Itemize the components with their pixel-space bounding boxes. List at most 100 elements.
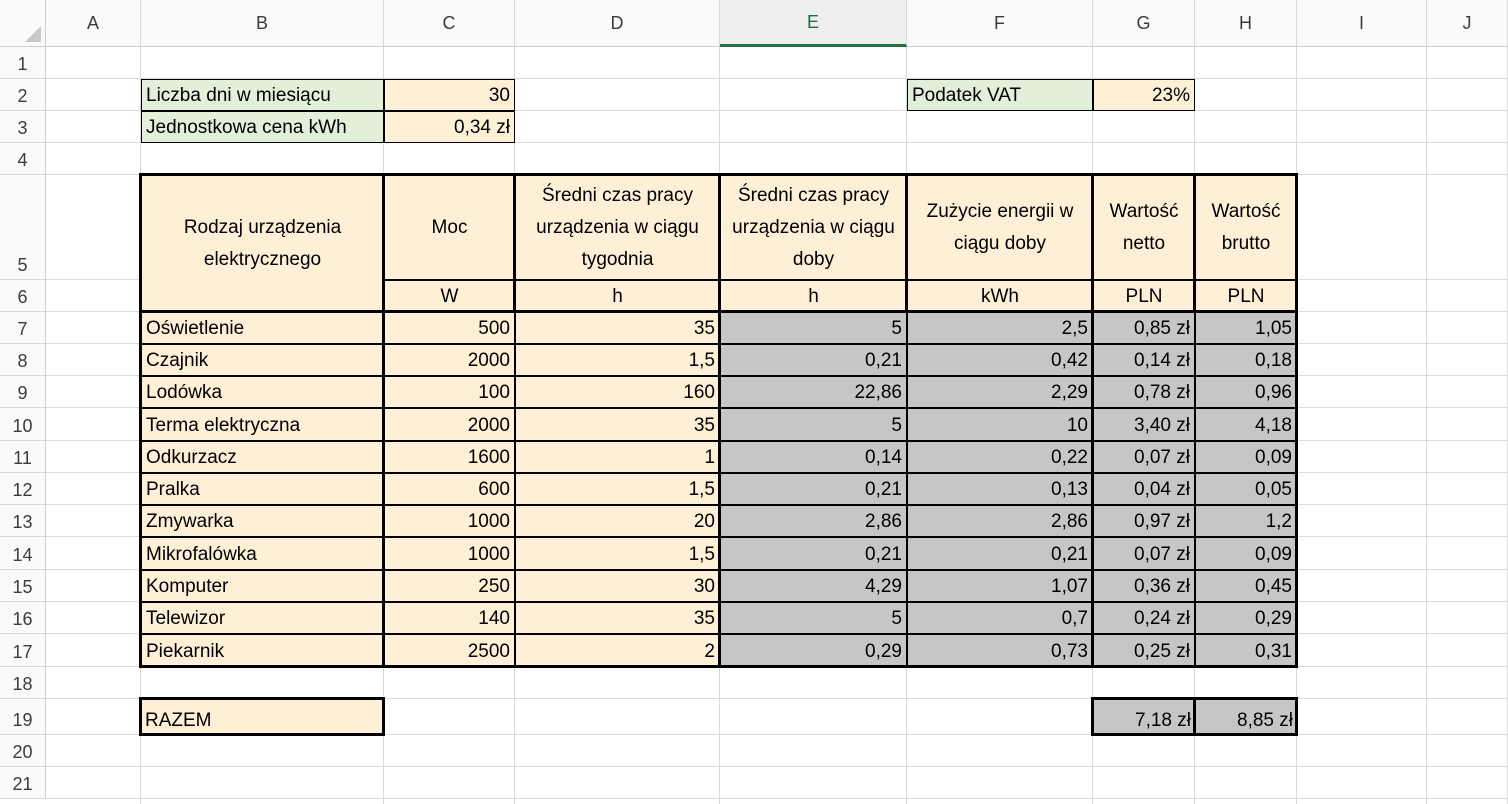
- device-name-cell[interactable]: Terma elektryczna: [141, 408, 384, 441]
- table-header-5[interactable]: Wartość netto: [1093, 175, 1195, 280]
- row-header-20[interactable]: 20: [0, 735, 46, 767]
- table-cell[interactable]: 0,96: [1195, 376, 1297, 408]
- totals-label-cell[interactable]: RAZEM: [141, 699, 384, 735]
- totals-net-cell[interactable]: 7,18 zł: [1093, 699, 1195, 735]
- row-header-9[interactable]: 9: [0, 376, 46, 408]
- table-cell[interactable]: 0,09: [1195, 441, 1297, 473]
- column-header-d[interactable]: D: [515, 0, 720, 47]
- table-header-device[interactable]: Rodzaj urządzenia elektrycznego: [141, 175, 384, 312]
- table-cell[interactable]: 0,07 zł: [1093, 441, 1195, 473]
- device-name-cell[interactable]: Zmywarka: [141, 505, 384, 537]
- table-cell[interactable]: 0,14 zł: [1093, 344, 1195, 376]
- device-name-cell[interactable]: Piekarnik: [141, 634, 384, 667]
- table-cell[interactable]: 0,21: [720, 344, 907, 376]
- table-cell[interactable]: 3,40 zł: [1093, 408, 1195, 441]
- table-cell[interactable]: 500: [384, 312, 515, 344]
- row-header-19[interactable]: 19: [0, 699, 46, 735]
- row-header-14[interactable]: 14: [0, 537, 46, 570]
- select-all-corner[interactable]: [0, 0, 46, 47]
- table-cell[interactable]: 2: [515, 634, 720, 667]
- row-header-12[interactable]: 12: [0, 473, 46, 505]
- device-name-cell[interactable]: Pralka: [141, 473, 384, 505]
- row-header-10[interactable]: 10: [0, 408, 46, 441]
- table-header-1[interactable]: Moc: [384, 175, 515, 280]
- table-cell[interactable]: 0,04 zł: [1093, 473, 1195, 505]
- table-cell[interactable]: 22,86: [720, 376, 907, 408]
- row-header-11[interactable]: 11: [0, 441, 46, 473]
- table-unit-5[interactable]: PLN: [1093, 280, 1195, 312]
- table-header-4[interactable]: Zużycie energii w ciągu doby: [907, 175, 1093, 280]
- table-cell[interactable]: 0,36 zł: [1093, 570, 1195, 602]
- days-label-cell[interactable]: Liczba dni w miesiącu: [141, 79, 384, 111]
- table-cell[interactable]: 0,07 zł: [1093, 537, 1195, 570]
- totals-gross-cell[interactable]: 8,85 zł: [1195, 699, 1297, 735]
- column-header-j[interactable]: J: [1427, 0, 1508, 47]
- vat-label-cell[interactable]: Podatek VAT: [907, 79, 1093, 111]
- device-name-cell[interactable]: Komputer: [141, 570, 384, 602]
- price-label-cell[interactable]: Jednostkowa cena kWh: [141, 111, 384, 143]
- row-header-4[interactable]: 4: [0, 143, 46, 175]
- table-cell[interactable]: 0,24 zł: [1093, 602, 1195, 634]
- price-value-cell[interactable]: 0,34 zł: [384, 111, 515, 143]
- table-cell[interactable]: 2,86: [907, 505, 1093, 537]
- row-header-18[interactable]: 18: [0, 667, 46, 699]
- table-cell[interactable]: 0,21: [720, 537, 907, 570]
- column-header-i[interactable]: I: [1297, 0, 1427, 47]
- table-cell[interactable]: 1,5: [515, 473, 720, 505]
- column-header-b[interactable]: B: [141, 0, 384, 47]
- table-cell[interactable]: 0,14: [720, 441, 907, 473]
- column-header-e[interactable]: E: [720, 0, 907, 47]
- device-name-cell[interactable]: Lodówka: [141, 376, 384, 408]
- column-header-f[interactable]: F: [907, 0, 1093, 47]
- table-cell[interactable]: 0,78 zł: [1093, 376, 1195, 408]
- table-unit-2[interactable]: h: [515, 280, 720, 312]
- table-cell[interactable]: 1,5: [515, 344, 720, 376]
- table-cell[interactable]: 0,18: [1195, 344, 1297, 376]
- table-cell[interactable]: 2000: [384, 344, 515, 376]
- row-header-7[interactable]: 7: [0, 312, 46, 344]
- table-cell[interactable]: 35: [515, 408, 720, 441]
- vat-value-cell[interactable]: 23%: [1093, 79, 1195, 111]
- table-cell[interactable]: 1000: [384, 537, 515, 570]
- table-cell[interactable]: 1,05: [1195, 312, 1297, 344]
- table-header-2[interactable]: Średni czas pracy urządzenia w ciągu tyg…: [515, 175, 720, 280]
- table-cell[interactable]: 0,73: [907, 634, 1093, 667]
- table-cell[interactable]: 0,21: [907, 537, 1093, 570]
- table-cell[interactable]: 0,29: [720, 634, 907, 667]
- table-cell[interactable]: 2000: [384, 408, 515, 441]
- table-cell[interactable]: 1,5: [515, 537, 720, 570]
- column-header-h[interactable]: H: [1195, 0, 1297, 47]
- table-cell[interactable]: 35: [515, 602, 720, 634]
- row-header-21[interactable]: 21: [0, 767, 46, 799]
- row-header-16[interactable]: 16: [0, 602, 46, 634]
- table-cell[interactable]: 5: [720, 408, 907, 441]
- device-name-cell[interactable]: Telewizor: [141, 602, 384, 634]
- table-cell[interactable]: 4,29: [720, 570, 907, 602]
- table-cell[interactable]: 20: [515, 505, 720, 537]
- table-cell[interactable]: 1: [515, 441, 720, 473]
- table-cell[interactable]: 0,05: [1195, 473, 1297, 505]
- device-name-cell[interactable]: Mikrofalówka: [141, 537, 384, 570]
- row-header-3[interactable]: 3: [0, 111, 46, 143]
- table-cell[interactable]: 30: [515, 570, 720, 602]
- table-unit-3[interactable]: h: [720, 280, 907, 312]
- row-header-8[interactable]: 8: [0, 344, 46, 376]
- table-cell[interactable]: 5: [720, 602, 907, 634]
- table-cell[interactable]: 2,86: [720, 505, 907, 537]
- table-cell[interactable]: 0,29: [1195, 602, 1297, 634]
- table-cell[interactable]: 0,7: [907, 602, 1093, 634]
- column-header-c[interactable]: C: [384, 0, 515, 47]
- table-cell[interactable]: 0,13: [907, 473, 1093, 505]
- table-cell[interactable]: 600: [384, 473, 515, 505]
- column-header-a[interactable]: A: [46, 0, 141, 47]
- table-cell[interactable]: 0,85 zł: [1093, 312, 1195, 344]
- table-unit-1[interactable]: W: [384, 280, 515, 312]
- table-header-3[interactable]: Średni czas pracy urządzenia w ciągu dob…: [720, 175, 907, 280]
- table-cell[interactable]: 250: [384, 570, 515, 602]
- table-cell[interactable]: 1600: [384, 441, 515, 473]
- row-header-17[interactable]: 17: [0, 634, 46, 667]
- table-cell[interactable]: 10: [907, 408, 1093, 441]
- device-name-cell[interactable]: Oświetlenie: [141, 312, 384, 344]
- table-cell[interactable]: 0,97 zł: [1093, 505, 1195, 537]
- row-header-15[interactable]: 15: [0, 570, 46, 602]
